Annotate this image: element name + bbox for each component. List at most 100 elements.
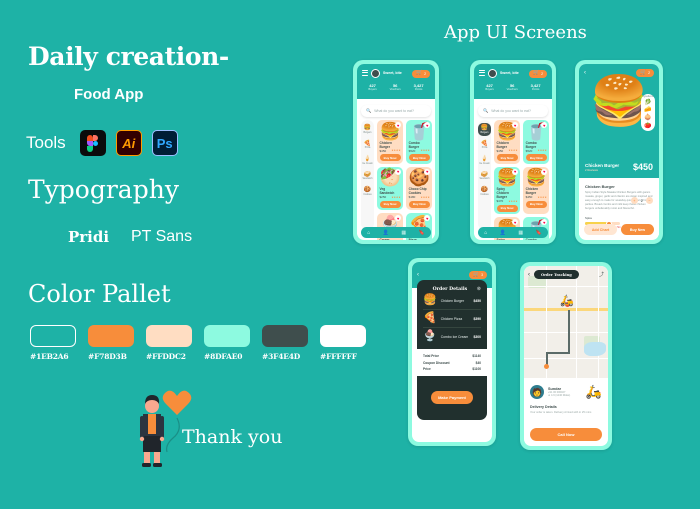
cart-button[interactable]: 🛒 2 — [529, 69, 547, 78]
decrease-button[interactable]: − — [646, 197, 653, 204]
search-icon: 🔍 — [366, 108, 372, 113]
share-icon[interactable]: ⤴ — [599, 271, 604, 278]
home-body: 🍔 Burgers 🍕 Pizza 🍦 Ice Cream 🥪 Sandwich — [357, 108, 435, 240]
tab-home-icon[interactable]: ⌂ — [484, 230, 487, 236]
back-icon[interactable]: ‹ — [528, 272, 530, 278]
tab-bookmark-icon[interactable]: 🔖 — [536, 230, 542, 236]
buy-now-button[interactable]: Buy Now — [379, 200, 401, 208]
category-ice-cream[interactable]: 🍦 Ice Cream — [478, 154, 491, 167]
tab-bookmark-icon[interactable]: 🔖 — [419, 230, 425, 236]
food-price: $450 — [525, 195, 533, 199]
swatch-0: #1EB2A6 — [30, 325, 76, 361]
product-reviews: 2 Reviews — [585, 168, 598, 172]
category-burgers[interactable]: 🍔 Burgers — [361, 123, 374, 136]
tools-row: Tools Ai Ps — [26, 130, 178, 156]
category-ice-cream[interactable]: 🍦 Ice Cream — [361, 154, 374, 167]
stat-vouchers: 56 Vouchers — [390, 83, 401, 91]
item-name: Chicken Burger — [440, 298, 465, 303]
driver-row: 🧑 Sundar +91 00 000027 ★ 4.9 (1240 Rides… — [530, 384, 602, 400]
menu-icon[interactable] — [362, 70, 368, 77]
palette-heading: Color Pallet — [28, 280, 171, 308]
route-line — [568, 310, 570, 354]
stat-label: Buyers — [485, 88, 494, 91]
category-pizza[interactable]: 🍕 Pizza — [361, 139, 374, 152]
category-cookies[interactable]: 🍪 Cookies — [361, 185, 374, 198]
tab-profile-icon[interactable]: 👤 — [500, 230, 506, 236]
search-input[interactable]: 🔍 What do you want to eat? — [361, 105, 431, 117]
buy-now-button[interactable]: Buy New — [621, 224, 654, 235]
delivery-map[interactable]: 🛵 ‹ Order Tracking ⤴ — [524, 266, 608, 378]
product-price: $450 — [632, 162, 653, 172]
avatar[interactable] — [371, 69, 380, 78]
food-card[interactable]: ♥ 🍪 Choco Chip Cookies $180 ★★★★ Buy Now — [406, 166, 433, 210]
cart-button[interactable]: 🛒 3 — [469, 271, 487, 279]
stat-points: 3,427 Points — [531, 83, 541, 91]
swatch-code: #3F4E4D — [262, 352, 301, 361]
food-rating: ★★★★ — [420, 195, 430, 199]
summary-label: Price — [423, 366, 431, 371]
order-summary: Total Price $1140 Coupon Discount $40 Pr… — [417, 349, 487, 377]
tab-profile-icon[interactable]: 👤 — [383, 230, 389, 236]
food-price: $470 — [496, 199, 504, 203]
favorite-icon[interactable]: ♥ — [541, 168, 548, 175]
buy-now-button[interactable]: Buy Now — [525, 154, 547, 161]
food-rating: ★★★★ — [508, 149, 518, 152]
tab-menu-icon[interactable]: ▦ — [518, 230, 523, 236]
category-sandwich[interactable]: 🥪 Sandwich — [478, 170, 491, 183]
avatar[interactable] — [488, 69, 497, 78]
food-card[interactable]: ♥ 🍔 Spicy Chicken Burger $470 ★★★★ Buy N… — [494, 166, 521, 214]
increase-button[interactable]: + — [630, 197, 638, 204]
category-cookies[interactable]: 🍪 Cookies — [478, 185, 491, 198]
category-label: Burgers — [480, 131, 489, 134]
food-card[interactable]: ♥ 🍔 Chicken Burger $450 ★★★★ Buy Now — [494, 120, 521, 164]
tab-menu-icon[interactable]: ▦ — [401, 230, 406, 236]
food-card[interactable]: ♥ 🍔 Chicken Burger $450 ★★★★ Buy Now — [523, 166, 550, 214]
food-rating: ★★★★ — [537, 195, 547, 199]
back-icon[interactable]: ‹ — [584, 70, 586, 76]
food-card[interactable]: ♥ 🥤 Combo Burger $520 ★★★★ Buy Now — [406, 120, 433, 164]
spice-label: Spice — [585, 216, 592, 221]
make-payment-button[interactable]: Make Payment — [431, 391, 473, 404]
map-water — [584, 342, 606, 356]
cart-icon: 🛒 — [473, 271, 480, 278]
buy-now-button[interactable]: Buy Now — [408, 200, 430, 208]
tab-home-icon[interactable]: ⌂ — [367, 230, 370, 236]
quantity-stepper[interactable]: + 2 − — [630, 197, 653, 204]
category-pizza[interactable]: 🍕 Pizza — [478, 139, 491, 152]
font-sample-ptsans: PT Sans — [131, 228, 193, 245]
search-input[interactable]: 🔍 What do you want to eat? — [478, 105, 548, 117]
buy-now-button[interactable]: Buy Now — [496, 154, 518, 161]
phone-mockup-tracking: 🛵 ‹ Order Tracking ⤴ 🧑 Sundar +91 00 000… — [520, 262, 612, 450]
buy-now-button[interactable]: Buy Now — [525, 200, 547, 208]
favorite-icon[interactable]: ♥ — [512, 168, 519, 175]
ice-cream-icon: 🍦 — [363, 156, 372, 162]
driver-rating: ★ 4.9 (1240 Rides) — [548, 394, 571, 397]
buy-now-button[interactable]: Buy Now — [379, 154, 401, 161]
order-title: Order Details — [432, 286, 468, 292]
add-to-cart-button[interactable]: Add Chart — [584, 224, 617, 235]
food-card-grid: ♥ 🍔 Chicken Burger $450 ★★★★ Buy Now ♥ 🥤… — [377, 120, 433, 240]
order-item: 🍨 Combo Ice Cream $300 — [423, 328, 481, 345]
swatch-code: #1EB2A6 — [30, 352, 69, 361]
stat-label: Points — [414, 88, 423, 91]
swatch-chip — [204, 325, 250, 347]
category-burgers[interactable]: 🍔 Burgers — [478, 123, 491, 136]
category-sandwich[interactable]: 🥪 Sandwich — [361, 170, 374, 183]
summary-label: Total Price — [423, 354, 440, 359]
favorite-icon[interactable]: ♥ — [395, 168, 402, 175]
food-name: Combo Burger — [408, 140, 420, 149]
buy-now-button[interactable]: Buy Now — [408, 154, 430, 161]
back-icon[interactable]: ‹ — [417, 272, 419, 278]
food-card[interactable]: ♥ 🍔 Chicken Burger $450 ★★★★ Buy Now — [377, 120, 404, 164]
food-card[interactable]: ♥ 🥙 Veg Sandwich $250 ★★★★ Buy Now — [377, 166, 404, 210]
food-card[interactable]: ♥ 🥤 Combo Burger $520 ★★★★ Buy Now — [523, 120, 550, 164]
menu-icon[interactable] — [479, 70, 485, 77]
ingredients-label: Ingredients — [642, 96, 654, 98]
item-image: 🍕 — [423, 312, 437, 324]
call-now-button[interactable]: Call Now — [530, 428, 602, 441]
cart-button[interactable]: 🛒 2 — [412, 69, 430, 78]
food-name: Chicken Burger — [525, 187, 539, 195]
favorite-icon[interactable]: ♥ — [424, 168, 431, 175]
close-icon[interactable]: ⊗ — [477, 286, 481, 292]
buy-now-button[interactable]: Buy Now — [496, 204, 518, 212]
